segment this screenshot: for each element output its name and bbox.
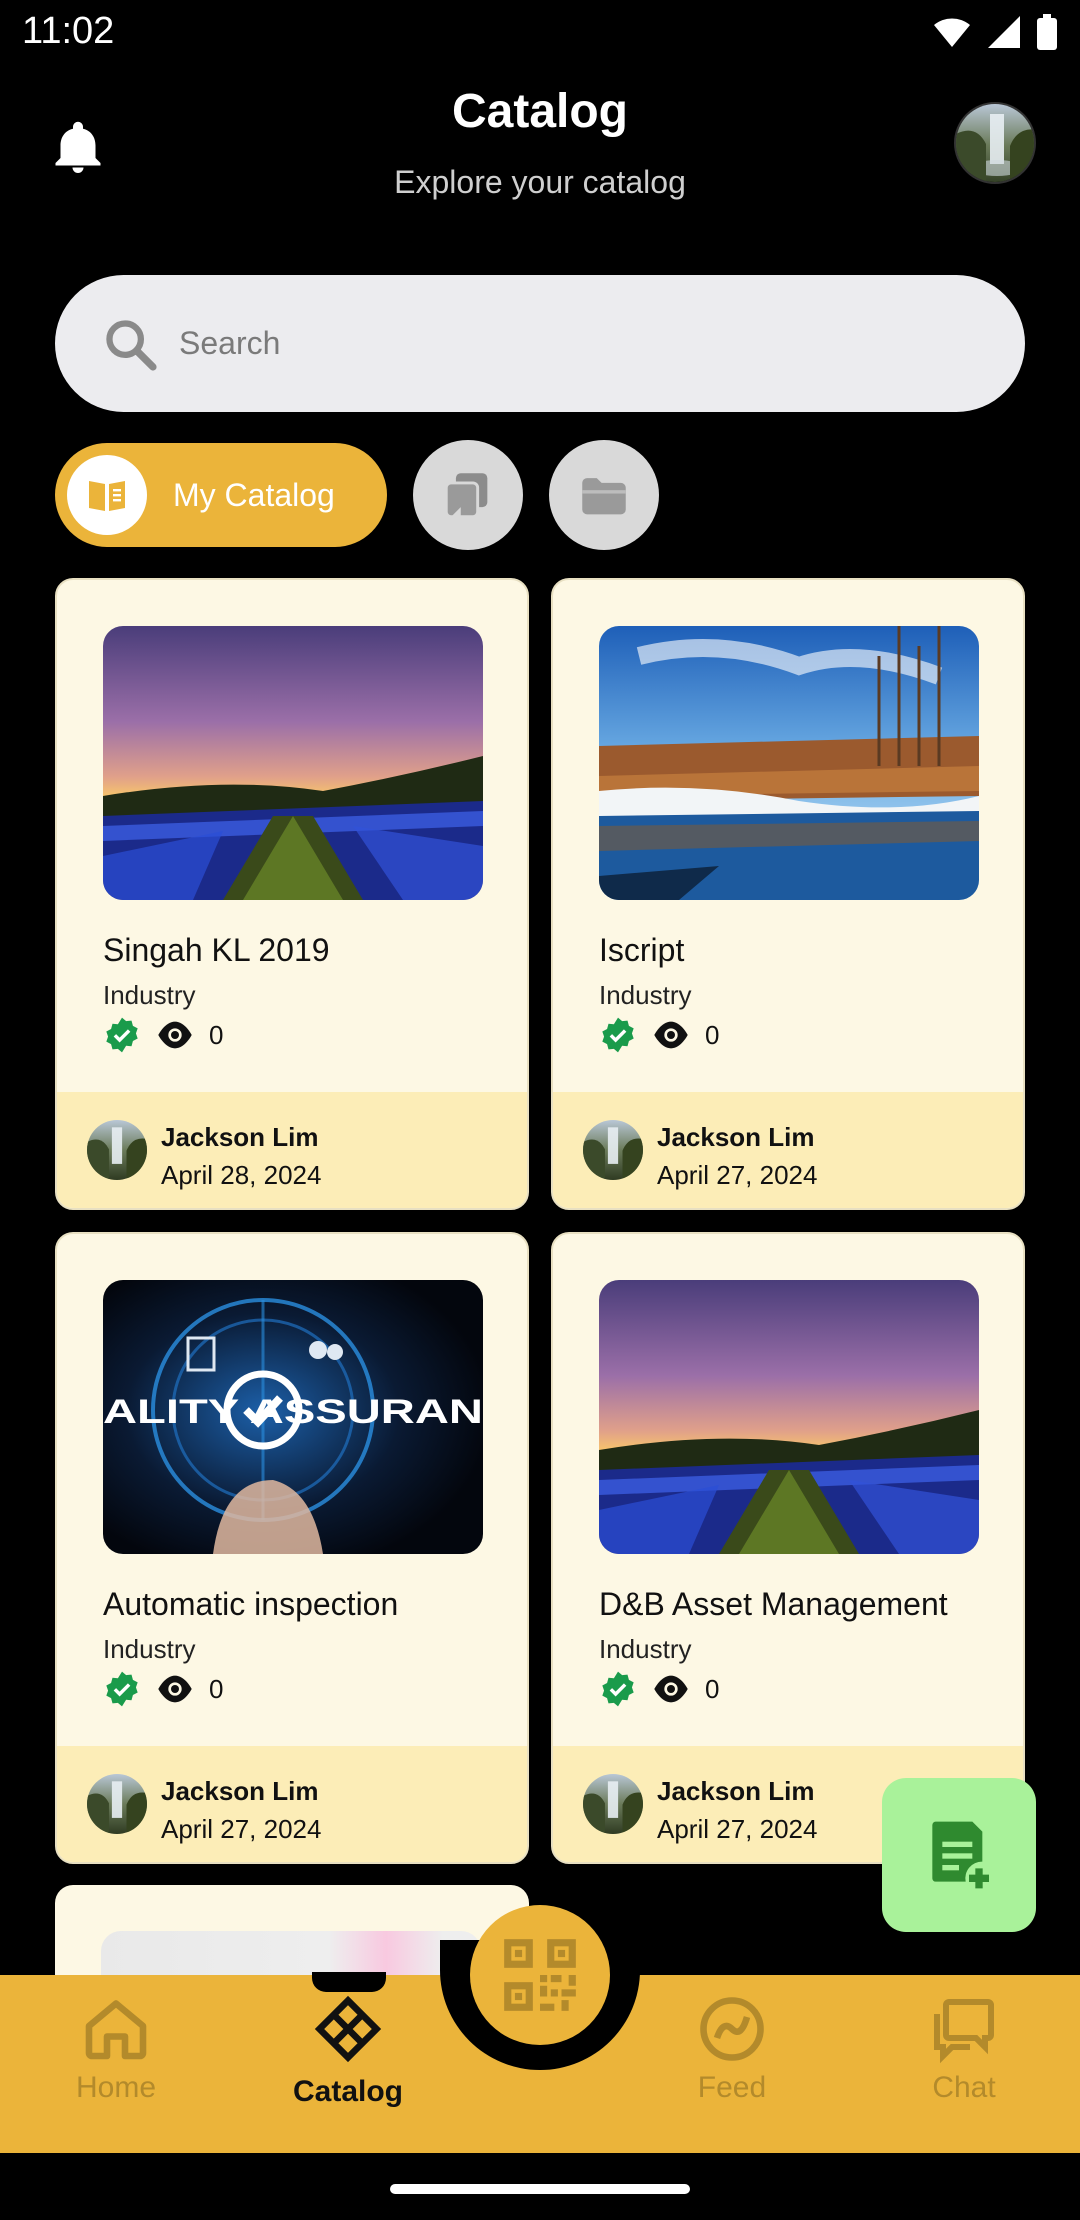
author-avatar [583, 1120, 643, 1180]
author-name: Jackson Lim [161, 1776, 319, 1806]
eye-icon [158, 1021, 192, 1049]
catalog-icon [314, 1995, 382, 2063]
copy-cards-icon [444, 473, 488, 519]
nav-feed[interactable]: Feed [616, 1975, 848, 2153]
card-view-count: 0 [209, 1019, 224, 1050]
card-category: Industry [103, 1634, 196, 1664]
qr-code-icon [504, 1939, 576, 2011]
author-name: Jackson Lim [161, 1122, 319, 1152]
author-name: Jackson Lim [657, 1122, 815, 1152]
verified-icon [602, 1017, 634, 1053]
filter-shared[interactable] [413, 440, 523, 550]
card-image-night-field [103, 626, 483, 900]
card-footer: Jackson Lim April 28, 2024 [57, 1092, 527, 1208]
note-add-icon [932, 1821, 989, 1889]
card-footer: Jackson Lim April 27, 2024 [57, 1746, 527, 1862]
card-view-count: 0 [209, 1673, 224, 1704]
nav-catalog[interactable]: Catalog [232, 1975, 464, 2153]
verified-icon [106, 1671, 138, 1707]
card-stats: 0 [599, 1016, 719, 1054]
nav-chat[interactable]: Chat [848, 1975, 1080, 2153]
search-icon [106, 319, 157, 371]
post-date: April 28, 2024 [161, 1160, 322, 1190]
nav-feed-label: Feed [697, 2071, 767, 2104]
card-category: Industry [599, 980, 692, 1010]
card-view-count: 0 [705, 1019, 720, 1050]
card-stats: 0 [103, 1670, 223, 1708]
battery-icon [1037, 14, 1057, 50]
card-image-winter-river [599, 626, 979, 900]
folder-icon [582, 478, 626, 515]
card-title: Automatic inspection [103, 1586, 399, 1622]
card-title: Iscript [599, 932, 685, 968]
nav-home-label: Home [75, 2071, 157, 2104]
card-title: Singah KL 2019 [103, 932, 330, 968]
card-image-quality-assurance: ALITY ASSURAN [103, 1280, 483, 1554]
catalog-card[interactable]: Singah KL 2019 Industry 0 Jackson Lim Ap… [55, 578, 529, 1210]
filter-folder[interactable] [549, 440, 659, 550]
signal-icon [988, 16, 1020, 48]
chat-icon [934, 1999, 994, 2064]
active-tab-indicator [312, 1972, 386, 1992]
filter-my-catalog[interactable]: My Catalog [55, 443, 387, 547]
home-icon [85, 2000, 147, 2060]
filter-my-catalog-label: My Catalog [173, 476, 335, 513]
card-category: Industry [599, 1634, 692, 1664]
nav-catalog-label: Catalog [292, 2075, 403, 2108]
status-bar: 11:02 [0, 0, 1080, 68]
qr-scan-button[interactable] [470, 1905, 610, 2045]
wifi-icon [934, 18, 970, 47]
search-input[interactable] [179, 325, 939, 362]
verified-icon [602, 1671, 634, 1707]
eye-icon [654, 1675, 688, 1703]
filter-chips: My Catalog [55, 440, 659, 550]
nav-chat-label: Chat [932, 2071, 996, 2104]
card-view-count: 0 [705, 1673, 720, 1704]
card-stats: 0 [599, 1670, 719, 1708]
author-avatar [87, 1120, 147, 1180]
post-date: April 27, 2024 [657, 1160, 818, 1190]
eye-icon [654, 1021, 688, 1049]
catalog-book-icon [67, 455, 147, 535]
catalog-card[interactable]: Iscript Industry 0 Jackson Lim April 27,… [551, 578, 1025, 1210]
author-avatar [87, 1774, 147, 1834]
card-footer: Jackson Lim April 27, 2024 [553, 1092, 1023, 1208]
page-title: Catalog [451, 85, 628, 138]
author-avatar [583, 1774, 643, 1834]
card-stats: 0 [103, 1016, 223, 1054]
profile-avatar[interactable] [954, 102, 1036, 184]
page-subtitle: Explore your catalog [394, 164, 686, 200]
catalog-card[interactable]: D&B Asset Management Industry 0 Jackson … [551, 1232, 1025, 1864]
card-category: Industry [103, 980, 196, 1010]
card-image-night-field [599, 1280, 979, 1554]
header: Catalog Explore your catalog [0, 68, 1080, 228]
add-document-button[interactable] [882, 1778, 1036, 1932]
author-name: Jackson Lim [657, 1776, 815, 1806]
status-icons [932, 14, 1058, 50]
nav-home[interactable]: Home [0, 1975, 232, 2153]
search-bar[interactable] [55, 275, 1025, 412]
verified-icon [106, 1017, 138, 1053]
post-date: April 27, 2024 [657, 1814, 818, 1844]
card-title: D&B Asset Management [599, 1586, 948, 1622]
eye-icon [158, 1675, 192, 1703]
feed-icon [700, 1997, 764, 2061]
status-time: 11:02 [22, 10, 115, 52]
post-date: April 27, 2024 [161, 1814, 322, 1844]
home-indicator [390, 2184, 690, 2194]
catalog-card[interactable]: ALITY ASSURAN Automatic inspection Indus… [55, 1232, 529, 1864]
qa-banner-text: ALITY ASSURAN [103, 1393, 483, 1431]
